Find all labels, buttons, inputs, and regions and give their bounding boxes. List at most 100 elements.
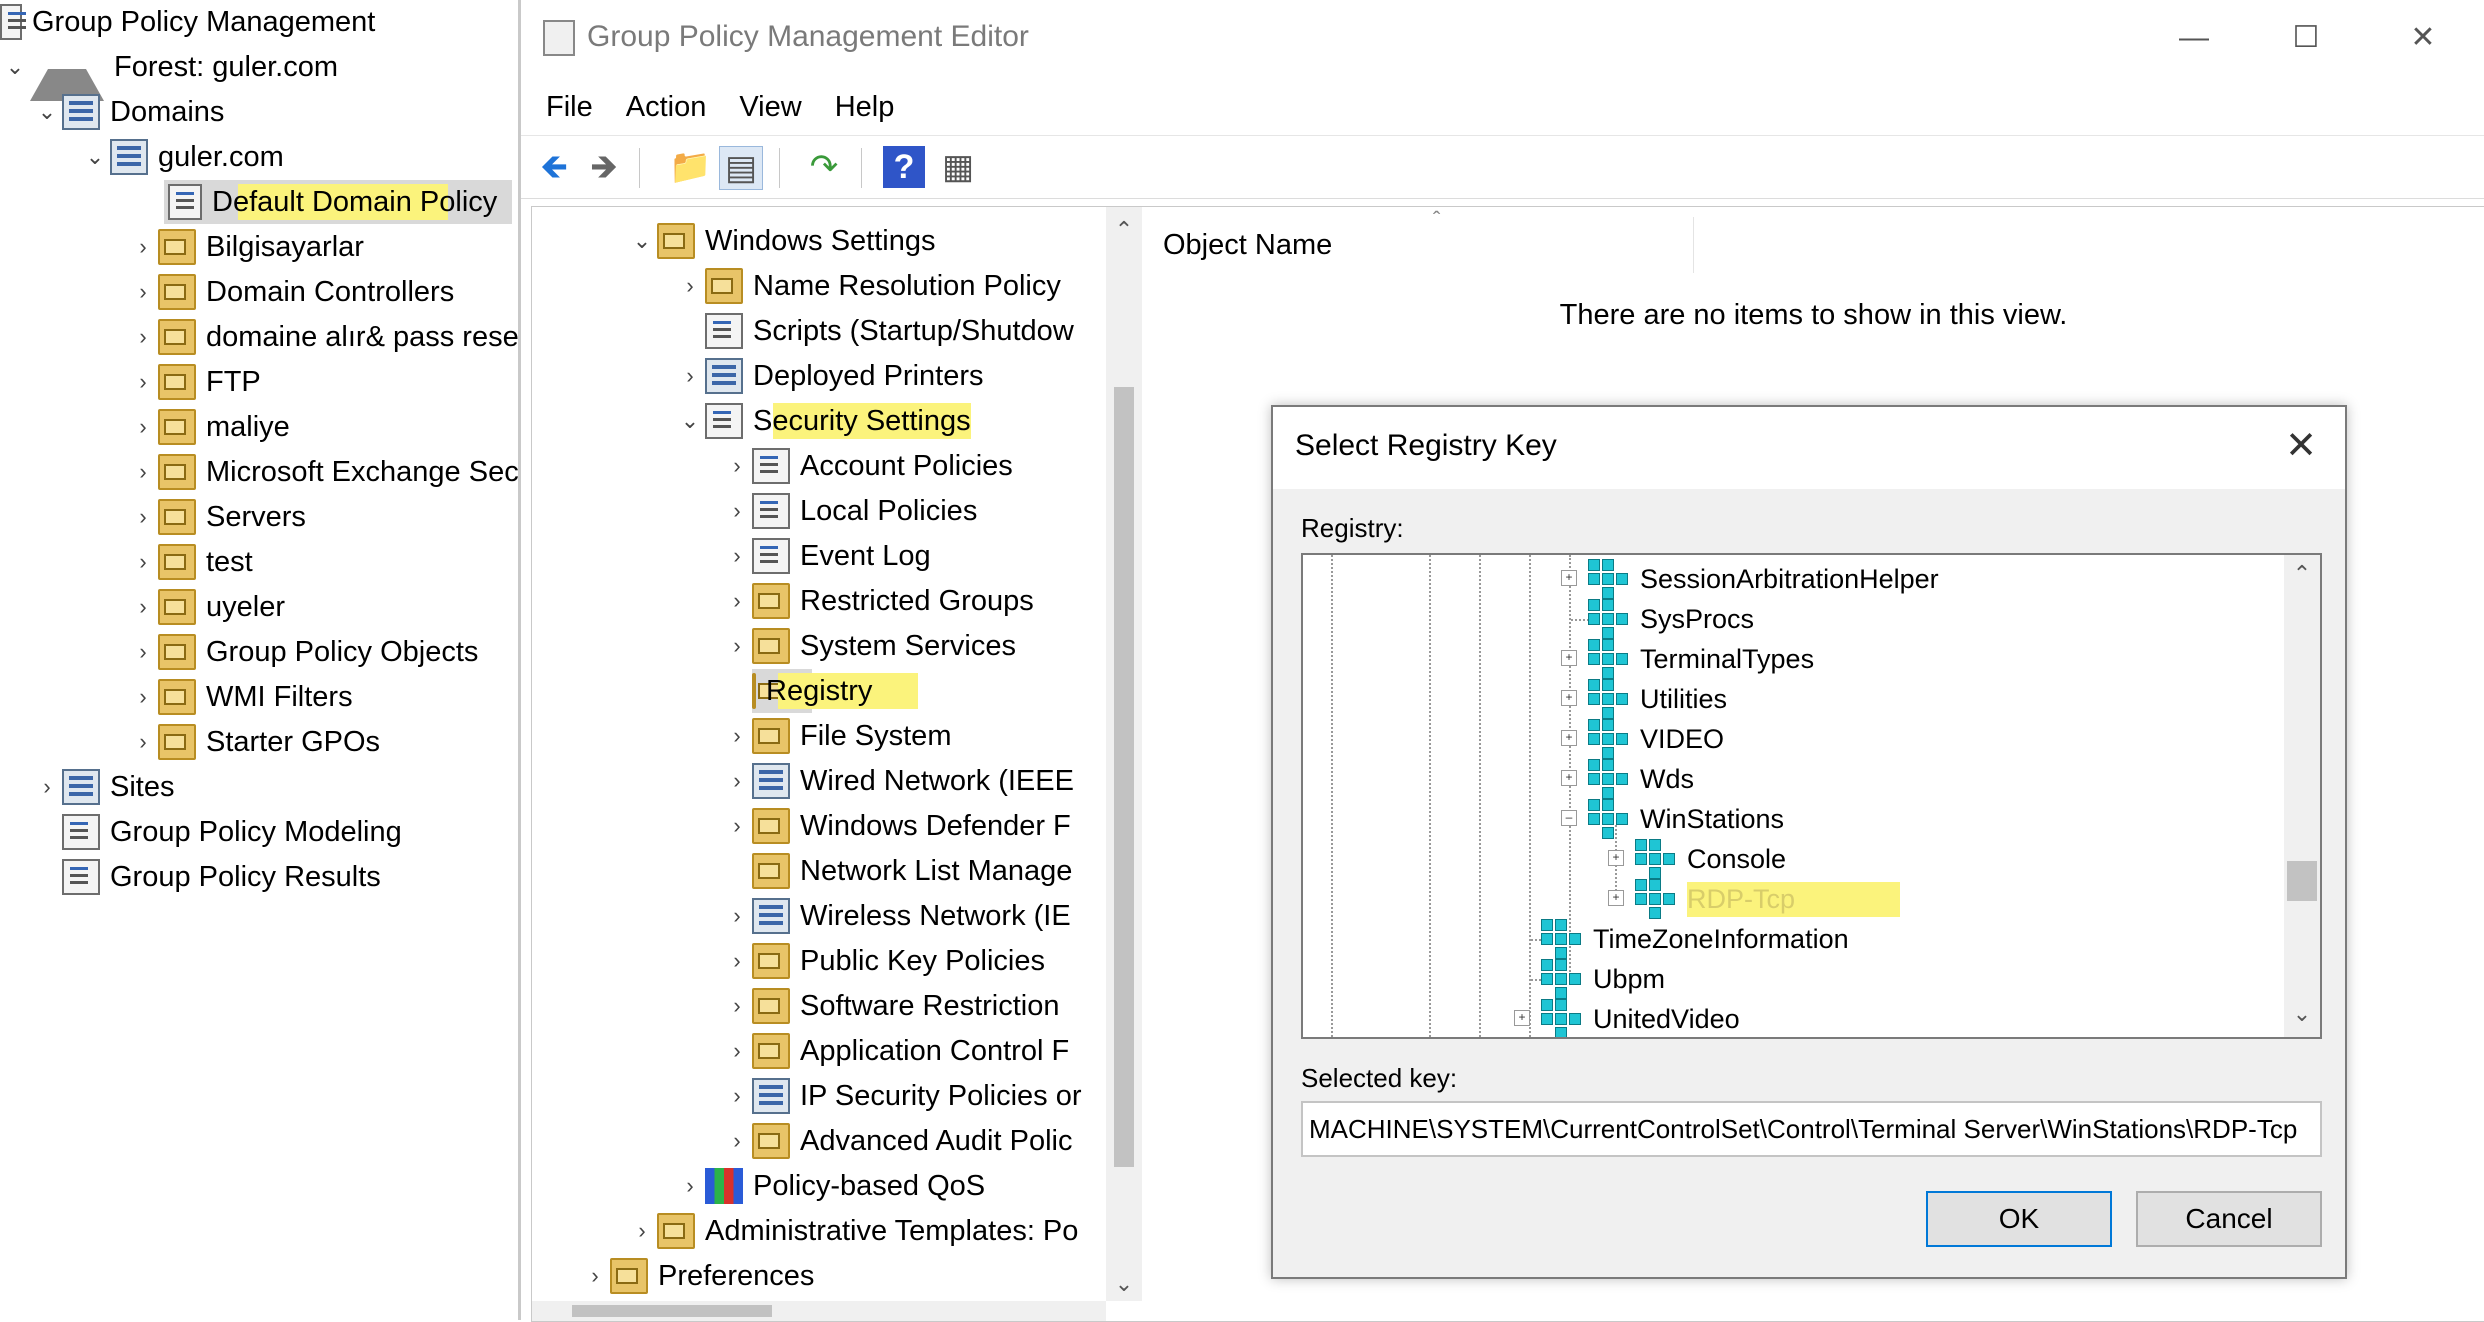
- title-bar[interactable]: Group Policy Management Editor — ☐ ✕: [521, 0, 2484, 80]
- maximize-button[interactable]: ☐: [2276, 18, 2336, 58]
- gpm-item-ou[interactable]: › Domain Controllers: [128, 270, 454, 314]
- chevron-right-icon[interactable]: ›: [128, 234, 158, 260]
- chevron-right-icon[interactable]: ›: [128, 504, 158, 530]
- expand-icon[interactable]: +: [1561, 770, 1577, 786]
- gpm-item-default-domain-policy[interactable]: Default Domain Policy: [164, 180, 512, 224]
- chevron-right-icon[interactable]: ›: [722, 948, 752, 974]
- tree-node[interactable]: Scripts (Startup/Shutdow: [705, 309, 1074, 353]
- registry-key[interactable]: Ubpm: [1541, 959, 1665, 999]
- tree-node[interactable]: › Advanced Audit Polic: [722, 1119, 1072, 1163]
- chevron-right-icon[interactable]: ›: [722, 588, 752, 614]
- menu-action[interactable]: Action: [626, 91, 707, 124]
- domains-node[interactable]: ⌄ Domains: [32, 90, 224, 134]
- registry-key[interactable]: Wds: [1588, 759, 1694, 799]
- registry-key[interactable]: UnitedVideo: [1541, 999, 1740, 1037]
- cancel-button[interactable]: Cancel: [2136, 1191, 2322, 1247]
- chevron-right-icon[interactable]: ›: [722, 768, 752, 794]
- gpm-item-ou[interactable]: › domaine alır& pass rese: [128, 315, 518, 359]
- chevron-up-icon[interactable]: ⌃: [1109, 217, 1139, 243]
- tree-node[interactable]: › Restricted Groups: [722, 579, 1034, 623]
- chevron-right-icon[interactable]: ›: [128, 414, 158, 440]
- chevron-down-icon[interactable]: ⌄: [0, 54, 30, 80]
- registry-key-winstations[interactable]: WinStations: [1588, 799, 1784, 839]
- gp-results-node[interactable]: Group Policy Results: [62, 855, 381, 899]
- expand-icon[interactable]: +: [1561, 690, 1577, 706]
- chevron-right-icon[interactable]: ›: [128, 369, 158, 395]
- sites-node[interactable]: › Sites: [32, 765, 174, 809]
- gpm-item-wmi-filters[interactable]: › WMI Filters: [128, 675, 353, 719]
- chevron-right-icon[interactable]: ›: [128, 684, 158, 710]
- show-hide-console-tree-icon[interactable]: ▤: [719, 146, 763, 190]
- tree-node[interactable]: › Name Resolution Policy: [675, 264, 1061, 308]
- tree-node[interactable]: › Wireless Network (IE: [722, 894, 1071, 938]
- gpm-item-ou[interactable]: › Servers: [128, 495, 306, 539]
- tree-node[interactable]: › Wired Network (IEEE: [722, 759, 1074, 803]
- chevron-right-icon[interactable]: ›: [128, 459, 158, 485]
- collapse-icon[interactable]: –: [1561, 810, 1577, 826]
- tree-node[interactable]: › Deployed Printers: [675, 354, 984, 398]
- gpm-item-ou[interactable]: › FTP: [128, 360, 261, 404]
- tree-node-security-settings[interactable]: ⌄ Security Settings: [675, 399, 971, 443]
- registry-key[interactable]: TerminalTypes: [1588, 639, 1814, 679]
- registry-key[interactable]: SysProcs: [1588, 599, 1754, 639]
- registry-key[interactable]: VIDEO: [1588, 719, 1724, 759]
- chevron-right-icon[interactable]: ›: [722, 1128, 752, 1154]
- chevron-right-icon[interactable]: ›: [722, 498, 752, 524]
- chevron-right-icon[interactable]: ›: [722, 903, 752, 929]
- chevron-right-icon[interactable]: ›: [675, 363, 705, 389]
- chevron-right-icon[interactable]: ›: [128, 639, 158, 665]
- forest-node[interactable]: ⌄ Forest: guler.com: [0, 45, 338, 101]
- tree-node[interactable]: › Local Policies: [722, 489, 977, 533]
- tree-node[interactable]: › Windows Defender F: [722, 804, 1071, 848]
- registry-key[interactable]: Console: [1635, 839, 1786, 879]
- expand-icon[interactable]: +: [1561, 650, 1577, 666]
- chevron-right-icon[interactable]: ›: [128, 594, 158, 620]
- expand-icon[interactable]: +: [1561, 730, 1577, 746]
- menu-view[interactable]: View: [739, 91, 801, 124]
- forward-arrow-icon[interactable]: 🡺: [583, 146, 625, 188]
- export-list-icon[interactable]: ↷: [803, 146, 845, 188]
- menu-file[interactable]: File: [546, 91, 593, 124]
- tree-node[interactable]: › Account Policies: [722, 444, 1013, 488]
- tree-node[interactable]: › Preferences: [580, 1254, 814, 1298]
- chevron-down-icon[interactable]: ⌄: [32, 99, 62, 125]
- expand-icon[interactable]: +: [1608, 890, 1624, 906]
- chevron-right-icon[interactable]: ›: [722, 993, 752, 1019]
- expand-icon[interactable]: +: [1514, 1010, 1530, 1026]
- column-object-name[interactable]: Object Name: [1163, 229, 1332, 262]
- chevron-down-icon[interactable]: ⌄: [675, 408, 705, 434]
- chevron-right-icon[interactable]: ›: [580, 1263, 610, 1289]
- chevron-right-icon[interactable]: ›: [627, 1218, 657, 1244]
- menu-help[interactable]: Help: [835, 91, 895, 124]
- gpm-item-ou[interactable]: › test: [128, 540, 253, 584]
- dialog-close-icon[interactable]: ✕: [2279, 423, 2323, 468]
- scrollbar-thumb[interactable]: [1114, 387, 1134, 1167]
- chevron-right-icon[interactable]: ›: [722, 1083, 752, 1109]
- scrollbar-thumb[interactable]: [572, 1305, 772, 1317]
- minimize-button[interactable]: —: [2164, 18, 2224, 58]
- tree-node[interactable]: › System Services: [722, 624, 1016, 668]
- expand-icon[interactable]: +: [1561, 570, 1577, 586]
- tree-horizontal-scrollbar[interactable]: [532, 1301, 1106, 1321]
- scrollbar-thumb[interactable]: [2287, 861, 2317, 901]
- tree-node[interactable]: › Application Control F: [722, 1029, 1069, 1073]
- help-icon[interactable]: ?: [883, 146, 925, 188]
- registry-key-rdp-tcp[interactable]: RDP-Tcp: [1635, 879, 1901, 919]
- chevron-down-icon[interactable]: ⌄: [80, 144, 110, 170]
- gp-modeling-node[interactable]: Group Policy Modeling: [62, 810, 402, 854]
- tree-node[interactable]: › IP Security Policies or: [722, 1074, 1082, 1118]
- ok-button[interactable]: OK: [1926, 1191, 2112, 1247]
- tree-vertical-scrollbar[interactable]: ⌃ ⌄: [1106, 207, 1142, 1301]
- chevron-right-icon[interactable]: ›: [722, 633, 752, 659]
- chevron-right-icon[interactable]: ›: [128, 729, 158, 755]
- chevron-right-icon[interactable]: ›: [128, 324, 158, 350]
- tree-node[interactable]: › Administrative Templates: Po: [627, 1209, 1078, 1253]
- chevron-right-icon[interactable]: ›: [32, 774, 62, 800]
- registry-key[interactable]: Utilities: [1588, 679, 1727, 719]
- chevron-right-icon[interactable]: ›: [722, 813, 752, 839]
- registry-vertical-scrollbar[interactable]: ⌃ ⌄: [2284, 555, 2320, 1037]
- tree-node[interactable]: › Software Restriction: [722, 984, 1060, 1028]
- back-arrow-icon[interactable]: 🡸: [533, 146, 575, 188]
- tree-node[interactable]: › File System: [722, 714, 951, 758]
- chevron-right-icon[interactable]: ›: [722, 723, 752, 749]
